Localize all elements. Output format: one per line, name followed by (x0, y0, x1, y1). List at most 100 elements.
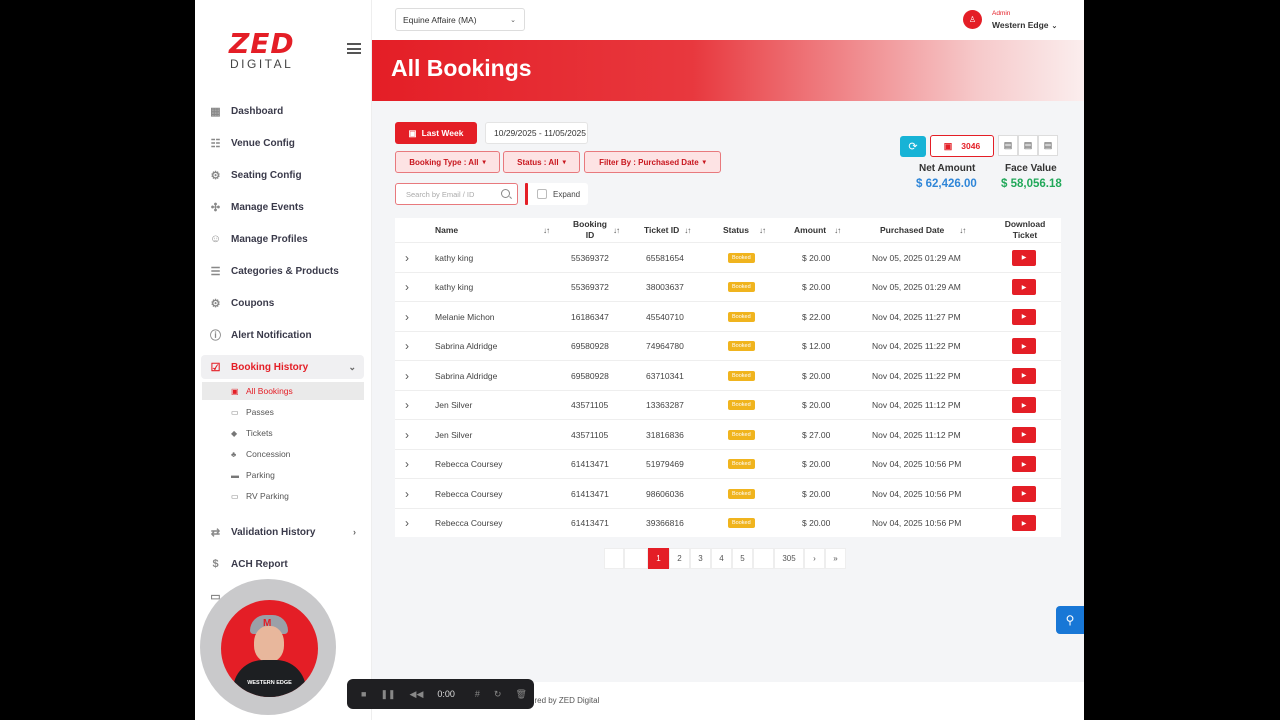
download-ticket-button[interactable]: ▶ (1012, 515, 1036, 531)
user-menu[interactable]: Western Edge ⌄ (992, 20, 1057, 30)
sort-booking-id-icon[interactable]: ↓↑ (608, 218, 620, 242)
expand-row-chevron-icon[interactable]: › (405, 509, 409, 538)
sidebar-subitem-concession[interactable]: ♣ Concession (231, 445, 364, 463)
zed-digital-logo[interactable]: ZED DIGITAL (229, 30, 301, 71)
booking-type-filter[interactable]: Booking Type : All ▾ (395, 151, 500, 173)
page-button[interactable]: 4 (711, 548, 732, 569)
column-header-purchased-date[interactable]: Purchased Date ↓↑ (880, 218, 966, 242)
sidebar-subitem-rv-parking[interactable]: ▭ RV Parking (231, 487, 364, 505)
grid-icon[interactable]: # (475, 689, 480, 699)
page-first-button[interactable] (604, 548, 624, 569)
download-ticket-button[interactable]: ▶ (1012, 485, 1036, 502)
sidebar-item-venue-config[interactable]: ☷ Venue Config (209, 131, 364, 155)
sidebar-item-manage-events[interactable]: ✣ Manage Events (209, 195, 364, 219)
status-badge: Booked (728, 252, 755, 263)
page-next-button[interactable]: › (804, 548, 825, 569)
sidebar-item-booking-history[interactable]: ☑ Booking History ⌄ (201, 355, 364, 379)
expand-row-chevron-icon[interactable]: › (405, 332, 409, 361)
sidebar-item-dashboard[interactable]: ▦ Dashboard (209, 99, 364, 123)
sidebar-item-label: Manage Events (231, 201, 304, 213)
user-avatar-icon[interactable]: ♙ (963, 10, 982, 29)
sort-name-icon[interactable]: ↓↑ (538, 218, 550, 242)
table-row[interactable]: › Rebecca Coursey 61413471 51979469 Booked $ … (395, 448, 1061, 479)
filter-by-select[interactable]: Filter By : Purchased Date ▾ (584, 151, 721, 173)
table-row[interactable]: › Melanie Michon 16186347 45540710 Booked $ 2… (395, 301, 1061, 331)
date-range-input[interactable]: 10/29/2025 - 11/05/2025 (485, 122, 588, 144)
export-excel-button[interactable]: ▤ (1038, 135, 1058, 156)
cell-download: ▶ (1012, 302, 1036, 331)
sidebar-subitem-tickets[interactable]: ◆ Tickets (231, 424, 364, 442)
page-prev-button[interactable] (624, 548, 648, 569)
export-pdf-button[interactable]: ▤ (998, 135, 1018, 156)
cell-booking-id: 61413471 (571, 488, 609, 499)
column-label: Name (435, 224, 459, 235)
download-ticket-button[interactable]: ▶ (1012, 426, 1036, 443)
sidebar-item-categories-products[interactable]: ☰ Categories & Products (209, 259, 364, 283)
sidebar-subitem-parking[interactable]: ▬ Parking (231, 466, 364, 484)
last-week-button[interactable]: ▣ Last Week (395, 122, 477, 144)
column-header-amount[interactable]: Amount ↓↑ (794, 218, 841, 242)
expand-row-chevron-icon[interactable]: › (405, 450, 409, 479)
table-row[interactable]: › Sabrina Aldridge 69580928 63710341 Booked $… (395, 360, 1061, 390)
sidebar-item-alert-notification[interactable]: ⓘ Alert Notification (209, 323, 364, 347)
sidebar-subitem-passes[interactable]: ▭ Passes (231, 403, 364, 421)
table-row[interactable]: › kathy king 55369372 65581654 Booked $ 20.00… (395, 242, 1061, 272)
download-ticket-button[interactable]: ▶ (1012, 338, 1036, 354)
download-ticket-button[interactable]: ▶ (1012, 367, 1036, 384)
pause-icon[interactable]: ❚❚ (380, 689, 395, 700)
expand-toggle[interactable]: Expand (528, 183, 588, 205)
download-ticket-button[interactable]: ▶ (1012, 279, 1036, 295)
column-header-name[interactable]: Name (435, 218, 458, 242)
page-end-button[interactable]: » (825, 548, 846, 569)
table-row[interactable]: › kathy king 55369372 38003637 Booked $ 20.00… (395, 271, 1061, 302)
recording-controls: ■ ❚❚ ◀◀ 0:00 # ↻ 🗑 (347, 679, 534, 709)
page-button[interactable]: 3 (690, 548, 711, 569)
venue-select[interactable]: Equine Affaire (MA) ⌄ (395, 8, 525, 31)
search-icon[interactable] (501, 189, 510, 198)
expand-row-chevron-icon[interactable]: › (405, 361, 409, 390)
status-filter[interactable]: Status : All ▾ (503, 151, 580, 173)
expand-row-chevron-icon[interactable]: › (405, 243, 409, 272)
download-ticket-button[interactable]: ▶ (1012, 456, 1036, 472)
table-row[interactable]: › Sabrina Aldridge 69580928 74964780 Booked $… (395, 330, 1061, 361)
sidebar-subitem-all-bookings[interactable]: ▣ All Bookings (202, 382, 364, 400)
sidebar-item-validation-history[interactable]: ⇄ Validation History › (209, 520, 364, 544)
column-header-status[interactable]: Status ↓↑ (723, 218, 766, 242)
sidebar-item-manage-profiles[interactable]: ☺ Manage Profiles (209, 227, 364, 251)
rewind-icon[interactable]: ◀◀ (410, 689, 424, 700)
page-button[interactable]: 1 (648, 548, 669, 569)
page-button[interactable]: 2 (669, 548, 690, 569)
sidebar-item-seating-config[interactable]: ⚙ Seating Config (209, 163, 364, 187)
menu-toggle-icon[interactable] (347, 43, 361, 54)
export-csv-button[interactable]: ▤ (1018, 135, 1038, 156)
sort-icon: ↓↑ (834, 225, 841, 235)
stop-icon[interactable]: ■ (361, 689, 366, 699)
table-row[interactable]: › Rebecca Coursey 61413471 98606036 Booked $ … (395, 478, 1061, 508)
expand-row-chevron-icon[interactable]: › (405, 273, 409, 302)
cell-download: ▶ (1012, 450, 1036, 479)
booking-count-button[interactable]: ▣ 3046 (930, 135, 994, 157)
column-header-ticket-id[interactable]: Ticket ID ↓↑ (644, 218, 691, 242)
download-ticket-button[interactable]: ▶ (1012, 308, 1036, 325)
download-ticket-button[interactable]: ▶ (1012, 397, 1036, 413)
expand-row-chevron-icon[interactable]: › (405, 420, 409, 449)
page-last-number[interactable]: 305 (774, 548, 804, 569)
trash-icon[interactable]: 🗑 (515, 689, 526, 700)
table-row[interactable]: › Jen Silver 43571105 31816836 Booked $ 27.00… (395, 419, 1061, 449)
restart-icon[interactable]: ↻ (494, 689, 502, 700)
cell-name: Sabrina Aldridge (435, 341, 498, 351)
expand-checkbox[interactable] (537, 189, 547, 199)
expand-row-chevron-icon[interactable]: › (405, 391, 409, 420)
sidebar-item-coupons[interactable]: ⚙ Coupons (209, 291, 364, 315)
refresh-button[interactable]: ⟳ (900, 136, 926, 157)
table-row[interactable]: › Rebecca Coursey 61413471 39366816 Booked $ … (395, 507, 1061, 538)
search-input[interactable]: Search by Email / ID (395, 183, 518, 205)
sidebar-item-ach-report[interactable]: $ ACH Report (209, 552, 364, 576)
page-button[interactable]: 5 (732, 548, 753, 569)
download-ticket-button[interactable]: ▶ (1012, 249, 1036, 266)
zoom-search-icon[interactable]: ⚲ (1056, 606, 1084, 634)
expand-row-chevron-icon[interactable]: › (405, 302, 409, 331)
table-row[interactable]: › Jen Silver 43571105 13363287 Booked $ 20.00… (395, 389, 1061, 420)
expand-row-chevron-icon[interactable]: › (405, 479, 409, 508)
column-header-booking-id[interactable]: Booking ID (567, 218, 613, 242)
